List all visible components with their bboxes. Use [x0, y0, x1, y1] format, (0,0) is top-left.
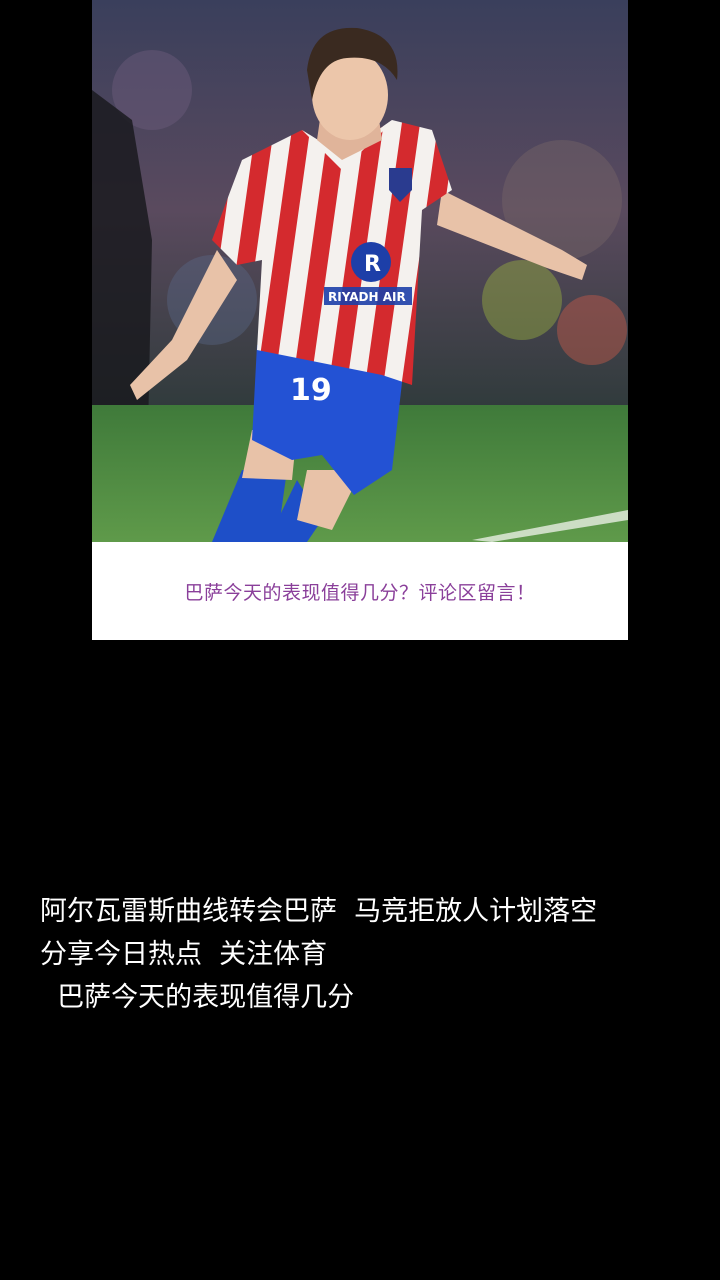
video-subtitle: 阿尔瓦雷斯曲线转会巴萨 马竞拒放人计划落空 分享今日热点 关注体育 巴萨今天的表… [40, 890, 680, 1019]
image-caption: 巴萨今天的表现值得几分？评论区留言！ [184, 581, 536, 604]
subtitle-line-3: 巴萨今天的表现值得几分 [40, 982, 355, 1013]
video-frame: 19 R RIYADH AIR 巴萨今天的表现值得几分？评论区留言！ 阿尔瓦雷斯… [0, 0, 720, 1280]
post-card[interactable]: 19 R RIYADH AIR 巴萨今天的表现值得几分？评论区留言！ [92, 0, 628, 640]
player-photo: 19 R RIYADH AIR [92, 0, 628, 542]
svg-text:R: R [364, 252, 381, 277]
sponsor-text: RIYADH AIR [328, 290, 406, 304]
subtitle-line-1: 阿尔瓦雷斯曲线转会巴萨 马竞拒放人计划落空 [40, 896, 598, 927]
shorts-number: 19 [290, 373, 332, 408]
subtitle-line-2: 分享今日热点 关注体育 [40, 939, 328, 970]
